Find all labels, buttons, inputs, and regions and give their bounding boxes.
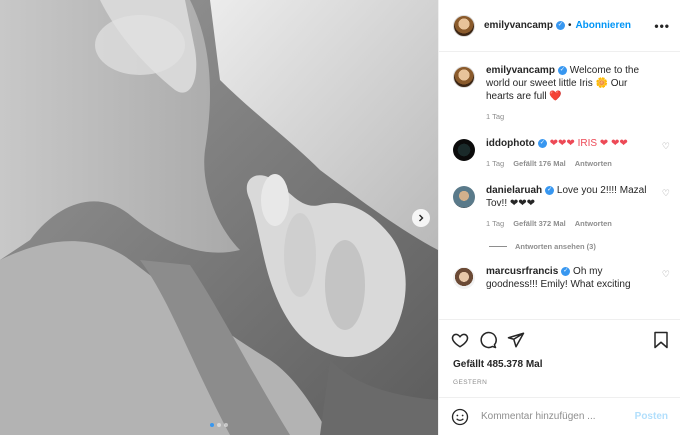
comment-likes[interactable]: Gefällt 176 Mal: [513, 159, 566, 168]
share-icon[interactable]: [507, 331, 525, 349]
comment-text: ❤❤❤ IRIS ❤ ❤❤: [549, 138, 628, 149]
comment-username[interactable]: danielaruah: [486, 185, 542, 196]
follow-button[interactable]: Abonnieren: [575, 20, 631, 31]
comment-text-row: danielaruah ✓ Love you 2!!!! Mazal Tov!! …: [486, 184, 652, 210]
more-options-button[interactable]: •••: [654, 19, 670, 33]
post-comment-button[interactable]: Posten: [635, 411, 668, 422]
verified-badge-icon: ✓: [561, 266, 571, 276]
avatar[interactable]: [453, 267, 475, 289]
post-likes[interactable]: Gefällt 485.378 Mal: [439, 359, 680, 373]
replies-divider: [489, 246, 507, 247]
header-username[interactable]: emilyvancamp: [484, 20, 553, 31]
caption: emilyvancamp ✓ Welcome to the world our s…: [453, 64, 670, 121]
comments-list[interactable]: emilyvancamp ✓ Welcome to the world our s…: [439, 52, 680, 319]
post-action-bar: [439, 319, 680, 359]
avatar[interactable]: [453, 14, 475, 37]
avatar[interactable]: [453, 186, 475, 208]
caption-username[interactable]: emilyvancamp: [486, 65, 555, 76]
post-date[interactable]: GESTERN: [439, 373, 680, 397]
heart-icon[interactable]: [451, 331, 469, 349]
next-slide-button[interactable]: [412, 209, 430, 227]
comment-icon[interactable]: [479, 331, 497, 349]
comment-input[interactable]: [481, 411, 623, 422]
post-side-panel: emilyvancamp ✓ • Abonnieren ••• emilyvan…: [438, 0, 680, 435]
reply-button[interactable]: Antworten: [575, 219, 612, 228]
comment-meta: 1 Tag Gefällt 176 Mal Antworten: [486, 159, 652, 168]
comment-username[interactable]: iddophoto: [486, 138, 535, 149]
emoji-icon[interactable]: [451, 408, 469, 426]
caption-body: emilyvancamp ✓ Welcome to the world our s…: [486, 64, 670, 121]
comment-item: marcusrfrancis ✓ Oh my goodness!!! Emily!…: [453, 265, 670, 291]
reply-button[interactable]: Antworten: [575, 159, 612, 168]
comment-item: iddophoto ✓ ❤❤❤ IRIS ❤ ❤❤ 1 Tag Gefällt 1…: [453, 137, 670, 168]
bookmark-icon[interactable]: [652, 331, 670, 349]
instagram-post: emilyvancamp ✓ • Abonnieren ••• emilyvan…: [0, 0, 680, 435]
baby-hand-photo: [0, 0, 438, 435]
verified-badge-icon: ✓: [537, 138, 547, 148]
avatar[interactable]: [453, 66, 475, 88]
comment-text-row: iddophoto ✓ ❤❤❤ IRIS ❤ ❤❤: [486, 137, 652, 150]
comment-body: marcusrfrancis ✓ Oh my goodness!!! Emily!…: [486, 265, 670, 291]
comment-body: danielaruah ✓ Love you 2!!!! Mazal Tov!! …: [486, 184, 670, 228]
verified-badge-icon: ✓: [557, 65, 567, 75]
chevron-right-icon: [419, 214, 424, 222]
verified-badge-icon: ✓: [555, 21, 565, 30]
view-replies-label: Antworten ansehen (3): [515, 242, 596, 251]
comment-text-row: marcusrfrancis ✓ Oh my goodness!!! Emily!…: [486, 265, 652, 291]
post-header: emilyvancamp ✓ • Abonnieren •••: [439, 0, 680, 52]
comment-time[interactable]: 1 Tag: [486, 159, 504, 168]
caption-text-row: emilyvancamp ✓ Welcome to the world our s…: [486, 64, 652, 103]
comment-meta: 1 Tag Gefällt 372 Mal Antworten: [486, 219, 652, 228]
carousel-dot: [224, 423, 228, 427]
comment-composer: Posten: [439, 397, 680, 435]
caption-time[interactable]: 1 Tag: [486, 112, 504, 121]
comment-likes[interactable]: Gefällt 372 Mal: [513, 219, 566, 228]
comment-item: danielaruah ✓ Love you 2!!!! Mazal Tov!! …: [453, 184, 670, 228]
header-separator: •: [567, 20, 572, 31]
post-photo[interactable]: [0, 0, 438, 435]
verified-badge-icon: ✓: [545, 185, 555, 195]
avatar[interactable]: [453, 139, 475, 161]
more-horizontal-icon: •••: [654, 18, 670, 33]
like-comment-heart-icon[interactable]: ♡: [662, 188, 670, 199]
comment-body: iddophoto ✓ ❤❤❤ IRIS ❤ ❤❤ 1 Tag Gefällt 1…: [486, 137, 670, 168]
like-comment-heart-icon[interactable]: ♡: [662, 141, 670, 152]
caption-meta: 1 Tag: [486, 112, 652, 121]
view-replies-button[interactable]: Antworten ansehen (3): [489, 242, 670, 251]
comment-time[interactable]: 1 Tag: [486, 219, 504, 228]
carousel-dot: [217, 423, 221, 427]
carousel-indicator: [210, 423, 228, 427]
comment-username[interactable]: marcusrfrancis: [486, 266, 558, 277]
carousel-dot: [210, 423, 214, 427]
like-comment-heart-icon[interactable]: ♡: [662, 269, 670, 280]
